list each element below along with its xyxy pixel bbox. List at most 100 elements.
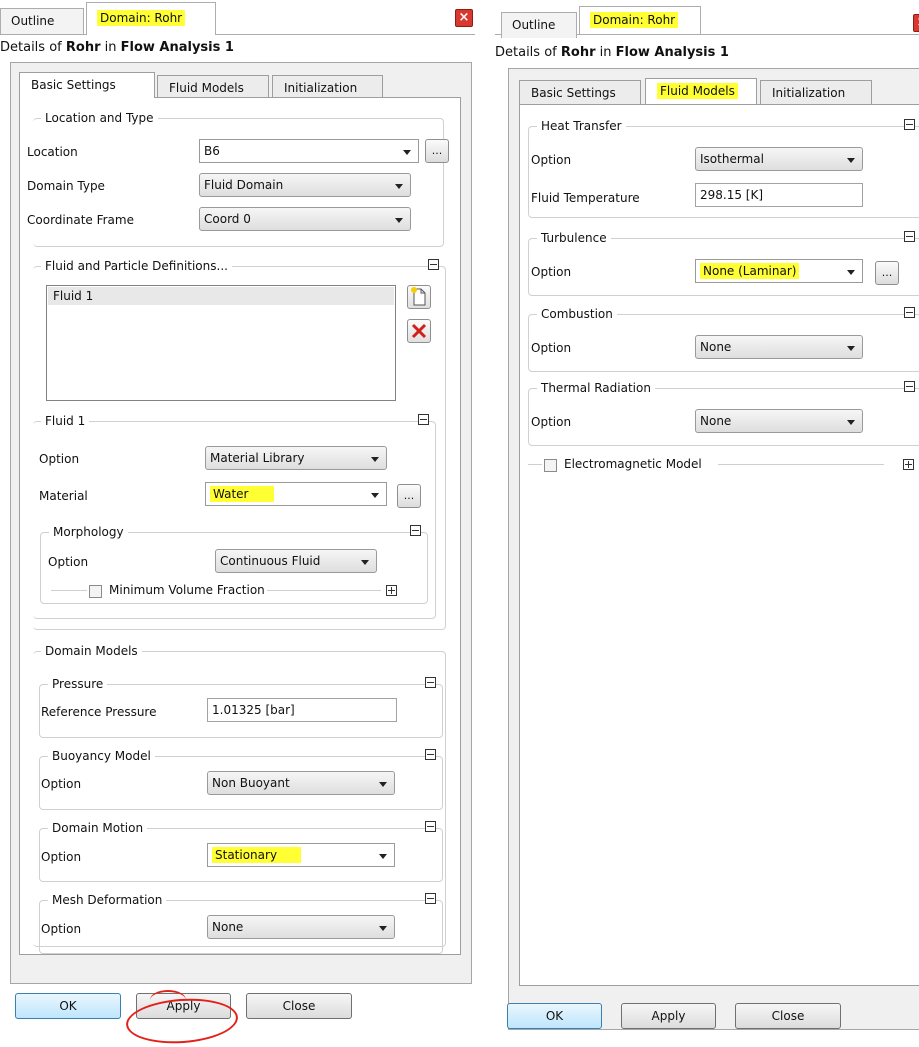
min-volume-fraction-checkbox[interactable] [89, 585, 102, 598]
tab-outline[interactable]: Outline [0, 8, 84, 34]
coord-frame-select[interactable]: Coord 0 [199, 207, 411, 231]
details-analysis: Flow Analysis 1 [615, 45, 729, 60]
buoyancy-option-select[interactable]: Non Buoyant [207, 771, 395, 795]
collapse-icon[interactable] [410, 525, 421, 536]
new-document-icon [411, 287, 426, 306]
chevron-down-icon [379, 782, 387, 787]
radiation-option-select[interactable]: None [695, 409, 863, 433]
close-icon[interactable]: × [455, 9, 473, 27]
details-object: Rohr [65, 40, 101, 55]
tab-basic-label: Basic Settings [31, 78, 116, 92]
morphology-option-select[interactable]: Continuous Fluid [215, 549, 377, 573]
tab-outline[interactable]: Outline [501, 12, 577, 38]
collapse-icon[interactable] [425, 677, 436, 688]
tab-fluid-label: Fluid Models [657, 83, 738, 99]
tab-domain-label: Domain: Rohr [590, 12, 679, 28]
thermal-radiation-title: Thermal Radiation [537, 380, 655, 396]
collapse-icon[interactable] [425, 893, 436, 904]
location-type-title: Location and Type [41, 110, 158, 126]
right-details-panel: Outline Domain: Rohr × Details of Rohr i… [495, 0, 919, 1030]
mesh-option-value: None [212, 920, 244, 934]
material-label: Material [39, 489, 88, 503]
chevron-down-icon [847, 346, 855, 351]
chevron-down-icon [403, 150, 411, 155]
chevron-down-icon [379, 854, 387, 859]
combustion-option-select[interactable]: None [695, 335, 863, 359]
details-mid: in [595, 45, 616, 60]
fluid-list[interactable]: Fluid 1 [46, 285, 396, 401]
motion-option-value: Stationary [212, 847, 302, 863]
tab-fluid-models[interactable]: Fluid Models [645, 78, 757, 104]
details-object: Rohr [560, 45, 596, 60]
morphology-option-value: Continuous Fluid [220, 554, 321, 568]
list-item[interactable]: Fluid 1 [48, 287, 394, 305]
divider [528, 464, 542, 465]
turbulence-option-select[interactable]: None (Laminar) [695, 259, 863, 283]
left-top-tabbar: Outline Domain: Rohr × [0, 0, 475, 35]
domain-type-select[interactable]: Fluid Domain [199, 173, 411, 197]
fluid-temp-input[interactable]: 298.15 [K] [695, 183, 863, 207]
left-tab-frame: Basic Settings Fluid Models Initializati… [10, 62, 472, 984]
fluid-option-select[interactable]: Material Library [205, 446, 387, 470]
apply-button[interactable]: Apply [621, 1003, 716, 1029]
mesh-option-select[interactable]: None [207, 915, 395, 939]
divider [718, 464, 884, 465]
fluid-definitions-title: Fluid and Particle Definitions... [41, 258, 232, 274]
ok-button[interactable]: OK [15, 993, 121, 1019]
collapse-icon[interactable] [425, 821, 436, 832]
combustion-group: Combustion Option None [528, 306, 919, 372]
tab-basic-settings[interactable]: Basic Settings [519, 80, 641, 106]
collapse-icon[interactable] [428, 259, 439, 270]
mesh-deformation-title: Mesh Deformation [48, 892, 167, 908]
location-select[interactable]: B6 [199, 139, 419, 163]
delete-x-icon [411, 323, 427, 339]
material-select[interactable]: Water [205, 482, 387, 506]
delete-fluid-button[interactable] [407, 319, 431, 343]
tab-init-label: Initialization [772, 86, 846, 100]
material-browse-button[interactable]: ... [397, 484, 421, 508]
em-model-checkbox[interactable] [544, 459, 557, 472]
domain-motion-group: Domain Motion Option Stationary [39, 820, 443, 882]
collapse-icon[interactable] [904, 231, 915, 242]
expand-icon[interactable] [386, 585, 397, 596]
collapse-icon[interactable] [904, 381, 915, 392]
motion-option-select[interactable]: Stationary [207, 843, 395, 867]
tab-outline-label: Outline [512, 18, 556, 32]
morphology-group: Morphology Option Continuous Fluid Minim… [40, 524, 428, 604]
turbulence-group: Turbulence Option None (Laminar) ... [528, 230, 919, 296]
tab-domain-rohr[interactable]: Domain: Rohr [579, 6, 701, 34]
coord-frame-value: Coord 0 [204, 212, 251, 226]
mesh-option-label: Option [41, 922, 82, 936]
collapse-icon[interactable] [425, 749, 436, 760]
close-button[interactable]: Close [735, 1003, 841, 1029]
em-model-row: Electromagnetic Model [528, 457, 919, 473]
details-prefix: Details of [0, 40, 66, 55]
heat-option-select[interactable]: Isothermal [695, 147, 863, 171]
buoyancy-option-value: Non Buoyant [212, 776, 290, 790]
material-value: Water [210, 486, 275, 502]
tab-basic-settings[interactable]: Basic Settings [19, 72, 155, 98]
collapse-icon[interactable] [904, 307, 915, 318]
location-type-group: Location and Type Location B6 ... Domain… [27, 110, 449, 247]
tab-initialization[interactable]: Initialization [760, 80, 872, 106]
details-analysis: Flow Analysis 1 [120, 40, 234, 55]
buoyancy-title: Buoyancy Model [48, 748, 155, 764]
turbulence-browse-button[interactable]: ... [875, 261, 899, 285]
min-volume-fraction-row: Minimum Volume Fraction [51, 583, 421, 599]
chevron-down-icon [361, 560, 369, 565]
collapse-icon[interactable] [418, 414, 429, 425]
collapse-icon[interactable] [904, 119, 915, 130]
coord-frame-label: Coordinate Frame [27, 213, 134, 227]
combustion-option-label: Option [531, 341, 572, 355]
tab-domain-rohr[interactable]: Domain: Rohr [86, 2, 216, 35]
ref-pressure-input[interactable]: 1.01325 [bar] [207, 698, 397, 722]
motion-option-label: Option [41, 850, 82, 864]
ok-button[interactable]: OK [507, 1003, 602, 1029]
buoyancy-option-label: Option [41, 777, 82, 791]
close-button[interactable]: Close [246, 993, 352, 1019]
new-fluid-button[interactable] [407, 285, 431, 309]
tab-init-label: Initialization [284, 81, 358, 95]
close-icon[interactable]: × [913, 14, 919, 32]
expand-icon[interactable] [903, 459, 914, 470]
location-browse-button[interactable]: ... [425, 139, 449, 163]
